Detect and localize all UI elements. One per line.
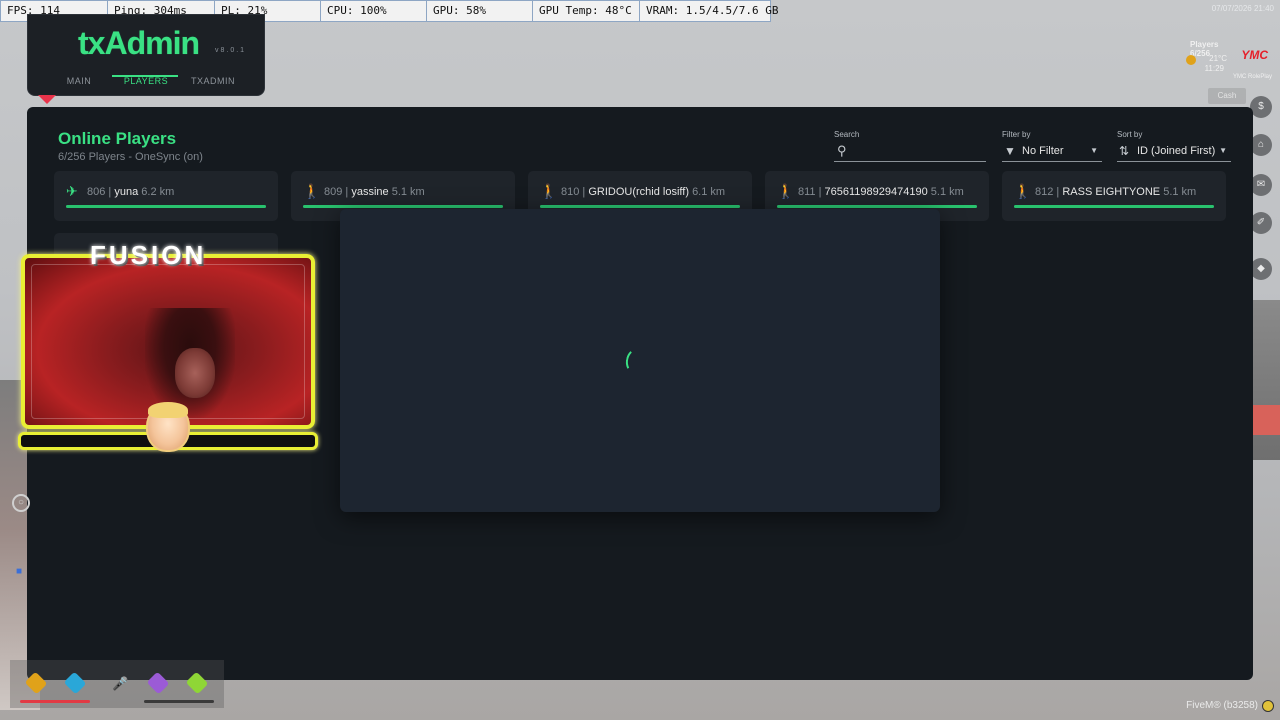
tab-players[interactable]: PLAYERS: [116, 71, 176, 91]
player-distance: 5.1 km: [391, 186, 425, 198]
player-count-subtitle: 6/256 Players - OneSync (on): [58, 151, 203, 163]
plane-icon: ✈: [66, 183, 78, 199]
avatar-hair: [148, 402, 188, 418]
health-status-bar: [20, 700, 90, 703]
player-id: 806: [87, 186, 106, 198]
health-fill: [1014, 205, 1214, 208]
weapon-icon: ✐: [1250, 212, 1272, 234]
shield-icon: ◆: [1250, 258, 1272, 280]
health-fill: [777, 205, 977, 208]
player-health-bar: [66, 205, 266, 208]
filter-label: Filter by: [1002, 130, 1031, 139]
loading-spinner-icon: [624, 347, 646, 375]
health-fill: [66, 205, 266, 208]
tab-main[interactable]: MAIN: [52, 71, 106, 91]
player-health-bar: [777, 205, 977, 208]
wallet-icon: ✉: [1250, 174, 1272, 196]
game-world-right: [1250, 300, 1280, 460]
search-input[interactable]: ⚲: [834, 142, 986, 162]
webcam-title: FUSION: [90, 240, 207, 270]
walking-icon: 🚶: [540, 183, 558, 199]
player-health-bar: [540, 205, 740, 208]
player-name: yassine: [351, 186, 389, 198]
minimap-compass-icon: ○: [12, 494, 30, 512]
player-modal: [340, 209, 940, 512]
player-id: 812: [1035, 186, 1054, 198]
player-name: yuna: [114, 186, 139, 198]
vram-readout: VRAM: 1.5/4.5/7.6 GB: [646, 4, 779, 17]
sort-icon: ⇅: [1119, 144, 1130, 158]
menu-caret-icon: [38, 95, 56, 104]
filter-icon: ▼: [1004, 144, 1016, 158]
player-name: 76561198929474190: [824, 186, 928, 198]
sort-label: Sort by: [1117, 130, 1143, 139]
player-card[interactable]: ✈ 806 | yuna 6.2 km: [54, 171, 278, 221]
filter-value: No Filter: [1022, 145, 1064, 157]
thirst-icon: [63, 671, 87, 695]
player-id: 809: [324, 186, 343, 198]
search-icon: ⚲: [837, 143, 847, 158]
txadmin-header: txAdmin v8.0.1 MAIN PLAYERS TXADMIN: [27, 14, 265, 96]
server-logo: YMC: [1241, 48, 1268, 62]
player-card[interactable]: 🚶 812 | RASS EIGHTYONE 5.1 km: [1002, 171, 1226, 221]
chevron-down-icon: ▼: [1090, 146, 1098, 155]
player-name: RASS EIGHTYONE: [1062, 186, 1161, 198]
walking-icon: 🚶: [777, 183, 795, 199]
hud-date: 07/07/2026 21:40: [1211, 4, 1274, 13]
fivem-icon: [1262, 700, 1274, 712]
filter-select[interactable]: ▼ No Filter ▼: [1002, 142, 1102, 162]
hud-cash: Cash: [1208, 88, 1246, 104]
gpu-temp-readout: GPU Temp: 48°C: [533, 1, 640, 21]
search-label: Search: [834, 130, 860, 139]
stamina-icon: [185, 671, 209, 695]
status-hud: 🎤: [10, 660, 224, 708]
tab-txadmin[interactable]: TXADMIN: [184, 71, 242, 91]
money-icon: $: [1250, 96, 1272, 118]
player-distance: 6.1 km: [692, 186, 726, 198]
stress-icon: [146, 671, 170, 695]
chevron-down-icon: ▼: [1219, 146, 1227, 155]
cpu-readout: CPU: 100%: [321, 1, 427, 21]
walking-icon: 🚶: [1014, 183, 1032, 199]
player-distance: 6.2 km: [141, 186, 175, 198]
hud-clock: 11:29: [1204, 64, 1224, 73]
player-health-bar: [303, 205, 503, 208]
minimap-blip-icon: ■: [16, 566, 23, 577]
game-hud-top-right: 07/07/2026 21:40 Players 6/256 YMC 21°C …: [1186, 0, 1280, 90]
player-distance: 5.1 km: [930, 186, 964, 198]
hud-server-name: YMC RolePlay: [1232, 74, 1272, 80]
player-distance: 5.1 km: [1163, 186, 1197, 198]
player-health-bar: [1014, 205, 1214, 208]
player-id: 811: [798, 186, 816, 198]
sort-select[interactable]: ⇅ ID (Joined First) ▼: [1117, 142, 1231, 162]
webcam-overlay: FUSION: [18, 238, 318, 458]
weather-sun-icon: [1186, 55, 1196, 65]
hunger-icon: [24, 671, 48, 695]
walking-icon: 🚶: [303, 183, 321, 199]
health-fill: [303, 205, 503, 208]
txadmin-version: v8.0.1: [215, 47, 247, 54]
webcam-face: [175, 348, 215, 398]
microphone-icon: 🎤: [112, 676, 129, 691]
page-title: Online Players: [58, 129, 177, 148]
sort-value: ID (Joined First): [1137, 145, 1216, 157]
hud-weather: 21°C: [1209, 54, 1227, 63]
game-world-stripe: [1252, 405, 1280, 435]
gpu-readout: GPU: 58%: [427, 1, 533, 21]
fivem-build-label: FiveM® (b3258): [1186, 700, 1258, 711]
txadmin-logo: txAdmin: [78, 25, 200, 61]
active-tab-indicator: [112, 75, 178, 77]
armor-status-bar: [144, 700, 214, 703]
bank-icon: ⌂: [1250, 134, 1272, 156]
player-name: GRIDOU(rchid losiff): [588, 186, 689, 198]
health-fill: [540, 205, 740, 208]
player-id: 810: [561, 186, 580, 198]
